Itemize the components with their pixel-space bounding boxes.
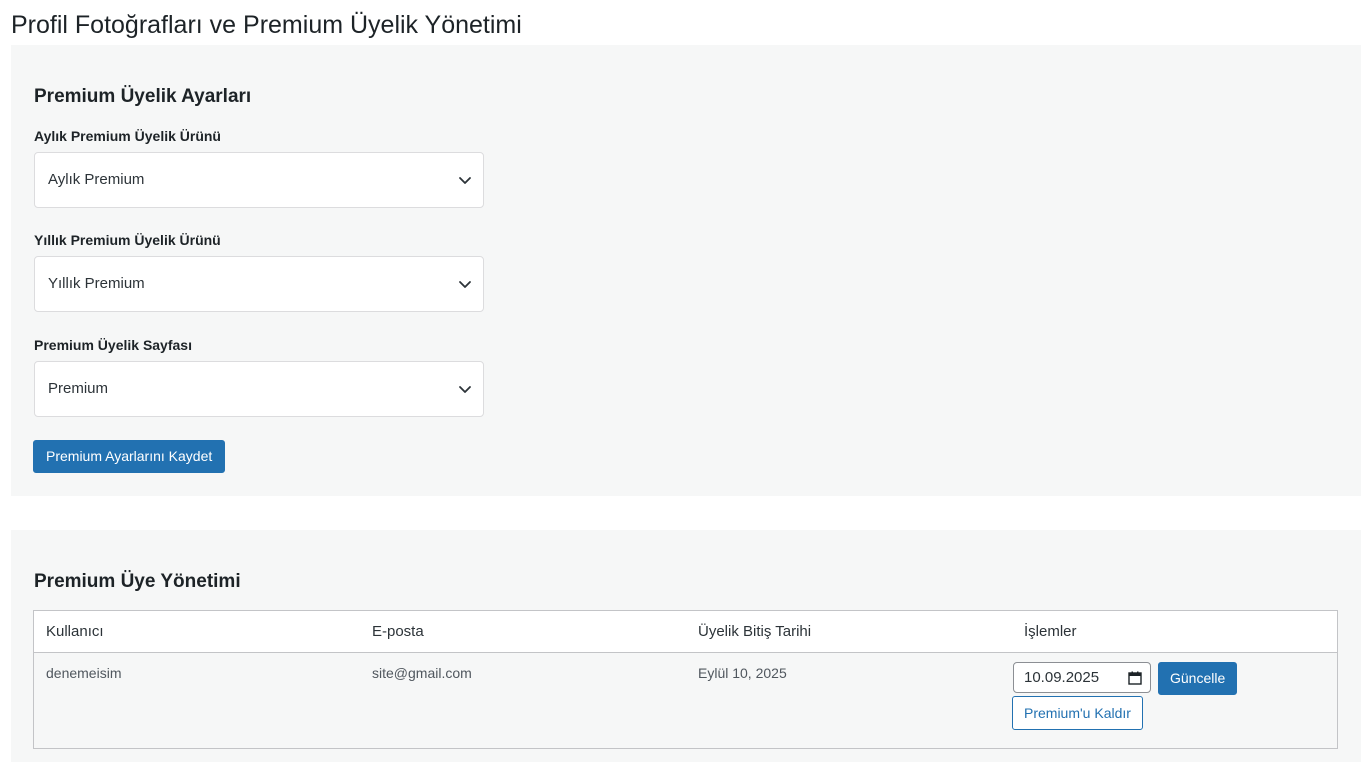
- premium-settings-panel: Premium Üyelik Ayarları Aylık Premium Üy…: [11, 45, 1361, 496]
- cell-actions: 10.09.2025 Güncelle Premium'u Kaldır: [1012, 652, 1338, 749]
- chevron-down-icon: [459, 386, 471, 393]
- chevron-down-icon: [459, 177, 471, 184]
- row-actions: 10.09.2025 Güncelle Premium'u Kaldır: [1012, 662, 1325, 740]
- monthly-product-select[interactable]: Aylık Premium: [34, 152, 484, 208]
- table-header-row: Kullanıcı E-posta Üyelik Bitiş Tarihi İş…: [33, 610, 1338, 653]
- expiry-date-input[interactable]: 10.09.2025: [1013, 662, 1151, 693]
- cell-expiry: Eylül 10, 2025: [686, 652, 1012, 749]
- cell-user: denemeisim: [33, 652, 360, 749]
- expiry-date-value: 10.09.2025: [1024, 669, 1100, 686]
- page-title: Profil Fotoğrafları ve Premium Üyelik Yö…: [11, 11, 522, 39]
- calendar-icon[interactable]: [1128, 671, 1142, 685]
- yearly-product-value: Yıllık Premium: [48, 275, 145, 292]
- update-button[interactable]: Güncelle: [1158, 662, 1238, 695]
- settings-section-title: Premium Üyelik Ayarları: [34, 86, 252, 107]
- premium-page-value: Premium: [48, 380, 109, 397]
- members-table: Kullanıcı E-posta Üyelik Bitiş Tarihi İş…: [33, 610, 1338, 749]
- remove-premium-button[interactable]: Premium'u Kaldır: [1012, 696, 1143, 730]
- table-row: denemeisim site@gmail.com Eylül 10, 2025…: [33, 652, 1338, 749]
- column-header-actions: İşlemler: [1012, 610, 1338, 653]
- yearly-product-select[interactable]: Yıllık Premium: [34, 256, 484, 312]
- save-premium-settings-button[interactable]: Premium Ayarlarını Kaydet: [33, 440, 226, 473]
- premium-page-label: Premium Üyelik Sayfası: [34, 337, 192, 353]
- premium-page-select[interactable]: Premium: [34, 361, 484, 417]
- column-header-email: E-posta: [360, 610, 686, 653]
- chevron-down-icon: [459, 281, 471, 288]
- monthly-product-value: Aylık Premium: [48, 171, 145, 188]
- members-section-title: Premium Üye Yönetimi: [34, 571, 241, 592]
- yearly-product-label: Yıllık Premium Üyelik Ürünü: [34, 232, 221, 248]
- cell-email: site@gmail.com: [360, 652, 686, 749]
- premium-members-panel: Premium Üye Yönetimi Kullanıcı E-posta Ü…: [11, 530, 1361, 762]
- column-header-user: Kullanıcı: [33, 610, 360, 653]
- column-header-expiry: Üyelik Bitiş Tarihi: [686, 610, 1012, 653]
- monthly-product-label: Aylık Premium Üyelik Ürünü: [34, 128, 221, 144]
